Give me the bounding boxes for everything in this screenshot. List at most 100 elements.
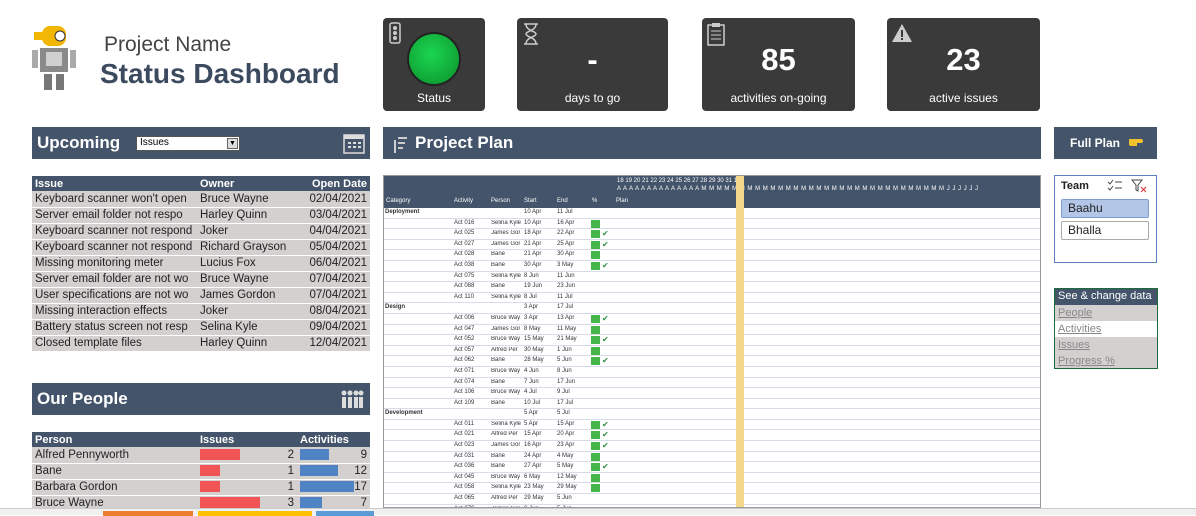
link-progress[interactable]: Progress %: [1055, 353, 1157, 369]
plan-act: Act 045: [454, 473, 475, 480]
table-row: Server email folder not respo Harley Quin…: [32, 207, 370, 224]
cell-issue: Server email folder are not wo: [32, 271, 197, 288]
plan-end: 20 Apr: [557, 431, 575, 438]
kpi-value: 23: [946, 42, 981, 77]
progress-bar: [591, 346, 600, 355]
plan-start: 8 May: [524, 325, 541, 332]
plan-person: James Gor: [491, 230, 521, 237]
cell-issue: Keyboard scanner won't open: [32, 191, 197, 208]
plan-end: 22 Apr: [557, 230, 575, 237]
check-icon: ✔: [602, 335, 609, 345]
kpi-value: -: [587, 42, 598, 77]
plan-act: Act 062: [454, 357, 475, 364]
cell-owner: James Gordon: [197, 287, 300, 304]
change-data-panel: See & change data People Activities Issu…: [1054, 288, 1158, 369]
plan-person: James Gor: [491, 442, 521, 449]
plan-activity-row: Act 052 Bruce Way 15 May 21 May ✔: [384, 335, 1040, 346]
kpi-activities: 85 activities on-going: [702, 18, 855, 111]
plan-col-start: Start: [524, 198, 537, 204]
col-issues: Issues: [197, 432, 297, 447]
progress-bar: [591, 442, 600, 451]
upcoming-table: Issue Owner Open Date Keyboard scanner w…: [32, 176, 370, 352]
plan-end: 23 Apr: [557, 442, 575, 449]
plan-person: Alfred Per: [491, 346, 518, 353]
full-plan-button[interactable]: Full Plan: [1054, 127, 1157, 159]
plan-act: Act 071: [454, 367, 475, 374]
progress-bar: [591, 240, 600, 249]
progress-bar: [591, 325, 600, 334]
plan-end: 5 Jun: [557, 357, 572, 364]
check-icon: ✔: [602, 430, 609, 440]
plan-act: Act 021: [454, 431, 475, 438]
plan-category-row: Deployment 10 Apr 11 Jul: [384, 208, 1040, 219]
table-row: Barbara Gordon 1 17: [32, 479, 370, 496]
team-option-bhalla[interactable]: Bhalla: [1061, 221, 1149, 240]
table-row: Closed template files Harley Quinn 12/04/2…: [32, 335, 370, 352]
plan-activity-row: Act 021 Alfred Per 15 Apr 20 Apr ✔: [384, 430, 1040, 442]
cell-owner: Joker: [197, 223, 300, 240]
plan-end: 11 May: [557, 325, 577, 332]
plan-start: 19 Jun: [524, 283, 543, 290]
project-name: Project Name: [104, 33, 232, 56]
cell-activities: 12: [297, 463, 370, 480]
sheet-tab[interactable]: [103, 511, 193, 516]
team-slicer: Team Baahu Bhalla: [1054, 175, 1157, 263]
activities-bar: [300, 465, 339, 477]
team-option-baahu[interactable]: Baahu: [1061, 199, 1149, 218]
upcoming-type-select[interactable]: Issues ▼: [136, 136, 240, 151]
progress-bar: [591, 336, 600, 345]
activities-bar: [300, 497, 323, 509]
col-issue: Issue: [32, 176, 197, 191]
cell-issues: 1: [197, 463, 297, 480]
progress-bar: [591, 463, 600, 472]
plan-person: Bane: [491, 251, 506, 258]
plan-end: 25 Apr: [557, 240, 575, 247]
plan-start: 4 Jul: [524, 389, 537, 396]
activities-bar: [300, 449, 329, 461]
plan-col-end: End: [557, 198, 568, 204]
plan-start: 4 Jun: [524, 367, 539, 374]
plan-start: 18 Apr: [524, 230, 542, 237]
plan-activity-row: Act 036 Bane 27 Apr 5 May ✔: [384, 462, 1040, 473]
plan-day-numbers: 18 19 20 21 22 23 24 25 26 27 28 29 30 3…: [617, 178, 738, 184]
sheet-tab[interactable]: [316, 511, 374, 516]
change-data-title: See & change data: [1055, 289, 1157, 305]
plan-person: Selina Kyle: [491, 484, 522, 491]
cell-issue: Server email folder not respo: [32, 207, 197, 224]
plan-act: Act 106: [454, 389, 475, 396]
plan-start: 24 Apr: [524, 452, 542, 459]
link-people[interactable]: People: [1055, 305, 1157, 321]
col-person: Person: [32, 432, 197, 447]
cell-open-date: 02/04/2021: [299, 191, 370, 208]
plan-start: 3 Apr: [524, 304, 539, 311]
kpi-label: Status: [416, 91, 452, 105]
plan-end: 16 Apr: [557, 219, 575, 226]
plan-end: 11 Jul: [557, 209, 573, 215]
plan-activity-row: Act 088 Bane 19 Jun 23 Jun: [384, 282, 1040, 293]
cell-issue: Missing monitoring meter: [32, 255, 197, 272]
plan-activity-row: Act 016 Selina Kyle 10 Apr 16 Apr: [384, 219, 1040, 230]
table-row: User specifications are not wo James Gord…: [32, 287, 370, 304]
progress-bar: [591, 484, 600, 493]
plan-start: 16 Apr: [524, 442, 542, 449]
table-row: Bane 1 12: [32, 463, 370, 480]
kpi-label: activities on-going: [730, 91, 827, 105]
clear-filter-icon[interactable]: [1130, 179, 1147, 198]
plan-col-person: Person: [491, 198, 511, 204]
plan-act: Act 110: [454, 293, 474, 300]
plan-act: Act 016: [454, 219, 475, 226]
plan-start: 10 Apr: [524, 219, 542, 226]
plan-start: 6 May: [524, 473, 541, 480]
plan-act: Act 057: [454, 346, 475, 353]
plan-start: 27 Apr: [524, 463, 542, 470]
plan-activity-row: Act 110 Selina Kyle 8 Jul 11 Jul: [384, 293, 1040, 304]
plan-end: 11 Jun: [557, 272, 575, 279]
link-issues[interactable]: Issues: [1055, 337, 1157, 353]
plan-start: 21 Apr: [524, 240, 542, 247]
link-activities[interactable]: Activities: [1055, 321, 1157, 337]
chevron-down-icon[interactable]: ▼: [227, 138, 238, 149]
multi-select-icon[interactable]: [1107, 179, 1123, 198]
plan-start: 10 Jul: [524, 399, 541, 406]
plan-act: Act 023: [454, 442, 475, 449]
sheet-tab[interactable]: [198, 511, 312, 516]
